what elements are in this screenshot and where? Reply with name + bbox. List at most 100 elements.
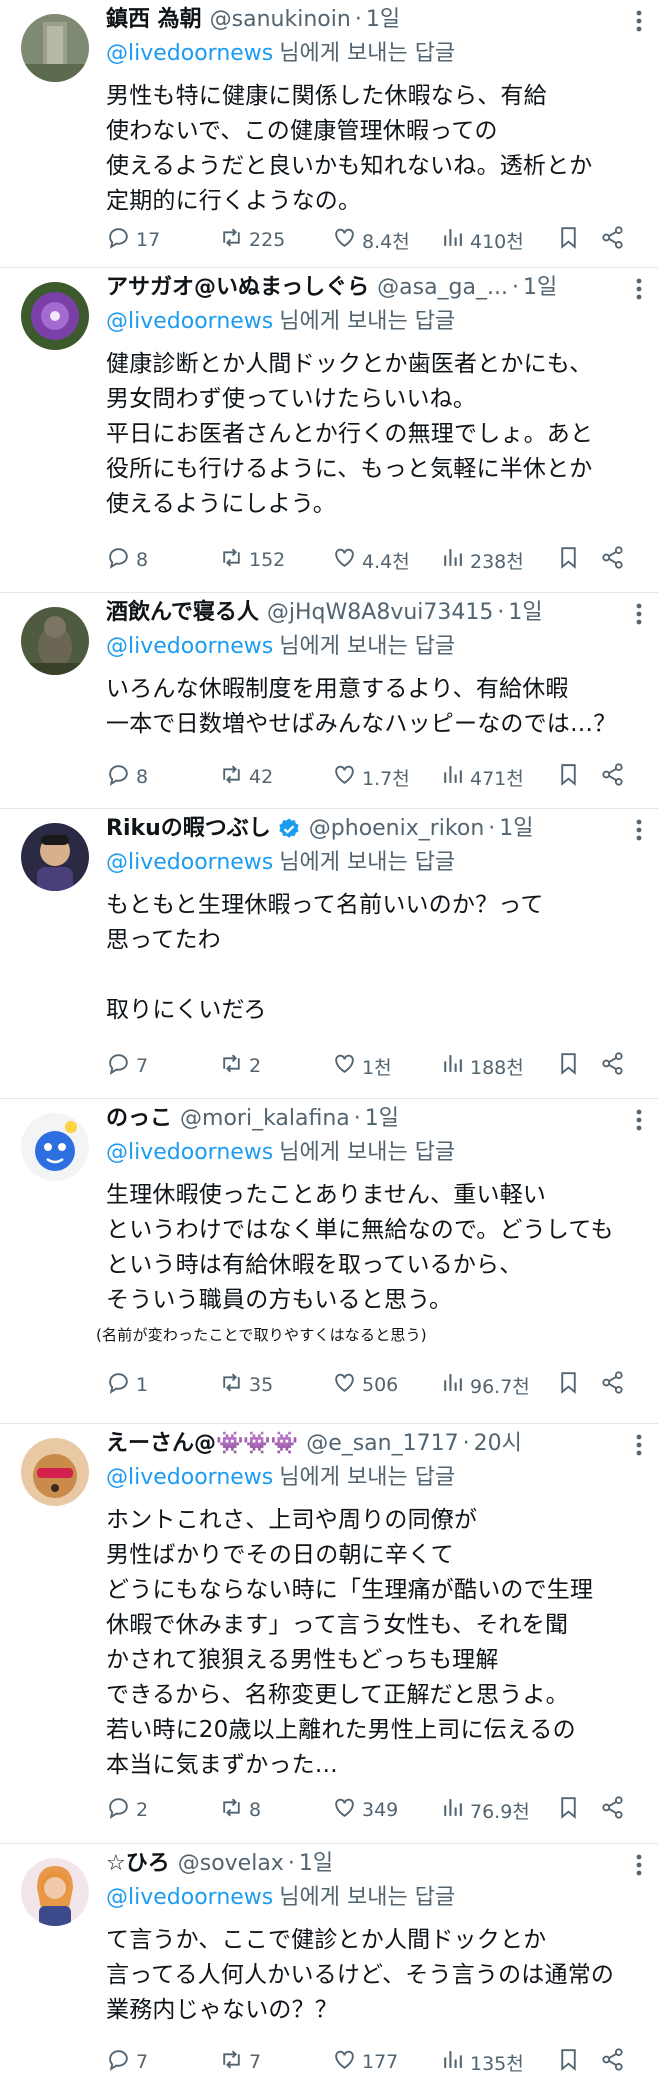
retweet-button[interactable]: 152 <box>219 545 332 575</box>
user-handle[interactable]: @sovelax <box>178 1849 284 1879</box>
mention-link[interactable]: @livedoornews <box>106 1885 273 1910</box>
share-button[interactable] <box>592 2047 632 2077</box>
reply-tweet[interactable]: アサガオ@いぬまっしぐら @asa_ga_... · 1일 @livedoorn… <box>0 268 658 593</box>
mention-link[interactable]: @livedoornews <box>106 1465 273 1490</box>
timestamp[interactable]: 1일 <box>523 273 557 303</box>
avatar[interactable] <box>21 1858 89 1926</box>
avatar[interactable] <box>21 1438 89 1506</box>
reply-to-label: 님에게 보내는 답글 <box>279 1885 456 1910</box>
bookmark-button[interactable] <box>544 2047 592 2077</box>
reply-button[interactable]: 17 <box>106 225 219 255</box>
avatar[interactable] <box>21 14 89 82</box>
user-handle[interactable]: @asa_ga_... <box>377 273 508 303</box>
avatar[interactable] <box>21 607 89 675</box>
display-name[interactable]: のっこ <box>106 1104 172 1134</box>
bar-chart-icon <box>440 1051 465 1081</box>
share-button[interactable] <box>592 1051 632 1081</box>
display-name[interactable]: 鎮西 為朝 <box>106 5 202 35</box>
share-button[interactable] <box>592 1795 632 1825</box>
bookmark-button[interactable] <box>544 225 592 255</box>
views-button[interactable]: 96.7천 <box>440 1370 544 1400</box>
user-handle[interactable]: @e_san_1717 <box>306 1429 458 1459</box>
mention-link[interactable]: @livedoornews <box>106 850 273 875</box>
bookmark-button[interactable] <box>544 1795 592 1825</box>
timestamp[interactable]: 1일 <box>299 1849 333 1879</box>
timestamp[interactable]: 1일 <box>366 5 400 35</box>
display-name[interactable]: Rikuの暇つぶし <box>106 814 271 844</box>
user-handle[interactable]: @phoenix_rikon <box>309 814 485 844</box>
more-options-icon[interactable] <box>624 815 654 845</box>
share-button[interactable] <box>592 545 632 575</box>
share-button[interactable] <box>592 1370 632 1400</box>
like-button[interactable]: 8.4천 <box>332 225 440 255</box>
bookmark-icon <box>556 1051 581 1081</box>
timestamp[interactable]: 20시 <box>474 1429 522 1459</box>
more-options-icon[interactable] <box>624 1850 654 1880</box>
reply-button[interactable]: 8 <box>106 762 219 792</box>
like-button[interactable]: 177 <box>332 2047 440 2077</box>
bookmark-button[interactable] <box>544 762 592 792</box>
more-options-icon[interactable] <box>624 1105 654 1135</box>
retweet-button[interactable]: 7 <box>219 2047 332 2077</box>
bookmark-button[interactable] <box>544 1051 592 1081</box>
views-button[interactable]: 76.9천 <box>440 1795 544 1825</box>
reply-button[interactable]: 2 <box>106 1795 219 1825</box>
mention-link[interactable]: @livedoornews <box>106 41 273 66</box>
mention-link[interactable]: @livedoornews <box>106 634 273 659</box>
reply-tweet[interactable]: 酒飲んで寝る人 @jHqW8A8vui73415 · 1일 @livedoorn… <box>0 593 658 809</box>
reply-tweet[interactable]: Rikuの暇つぶし @phoenix_rikon · 1일 @livedoorn… <box>0 809 658 1099</box>
retweet-button[interactable]: 2 <box>219 1051 332 1081</box>
bookmark-button[interactable] <box>544 1370 592 1400</box>
views-button[interactable]: 135천 <box>440 2047 544 2077</box>
reply-to-label: 님에게 보내는 답글 <box>279 1140 456 1165</box>
views-button[interactable]: 410천 <box>440 225 544 255</box>
reply-button[interactable]: 7 <box>106 2047 219 2077</box>
display-name[interactable]: えーさん@👾👾👾 <box>106 1429 298 1459</box>
action-bar: 8 152 4.4천 238천 <box>106 540 646 580</box>
avatar[interactable] <box>21 823 89 891</box>
reply-tweet[interactable]: ☆ひろ @sovelax · 1일 @livedoornews 님에게 보내는 답… <box>0 1844 658 2082</box>
retweet-button[interactable]: 35 <box>219 1370 332 1400</box>
bookmark-icon <box>556 762 581 792</box>
retweet-button[interactable]: 42 <box>219 762 332 792</box>
reply-button[interactable]: 1 <box>106 1370 219 1400</box>
mention-link[interactable]: @livedoornews <box>106 309 273 334</box>
timestamp[interactable]: 1일 <box>508 598 542 628</box>
like-button[interactable]: 1천 <box>332 1051 440 1081</box>
reply-button[interactable]: 7 <box>106 1051 219 1081</box>
display-name[interactable]: 酒飲んで寝る人 <box>106 598 259 628</box>
retweet-button[interactable]: 225 <box>219 225 332 255</box>
reply-tweet[interactable]: のっこ @mori_kalafina · 1일 @livedoornews 님에게… <box>0 1099 658 1424</box>
user-handle[interactable]: @sanukinoin <box>210 5 351 35</box>
bookmark-button[interactable] <box>544 545 592 575</box>
like-button[interactable]: 1.7천 <box>332 762 440 792</box>
like-button[interactable]: 349 <box>332 1795 440 1825</box>
views-button[interactable]: 188천 <box>440 1051 544 1081</box>
display-name[interactable]: アサガオ@いぬまっしぐら <box>106 273 369 303</box>
views-button[interactable]: 238천 <box>440 545 544 575</box>
tweet-header: のっこ @mori_kalafina · 1일 <box>106 1102 644 1136</box>
reply-tweet[interactable]: 鎮西 為朝 @sanukinoin · 1일 @livedoornews 님에게 … <box>0 0 658 268</box>
more-options-icon[interactable] <box>624 1430 654 1460</box>
timestamp[interactable]: 1일 <box>499 814 533 844</box>
bar-chart-icon <box>440 225 465 255</box>
reply-button[interactable]: 8 <box>106 545 219 575</box>
avatar[interactable] <box>21 1113 89 1181</box>
user-handle[interactable]: @mori_kalafina <box>180 1104 350 1134</box>
mention-link[interactable]: @livedoornews <box>106 1140 273 1165</box>
more-options-icon[interactable] <box>624 6 654 36</box>
user-handle[interactable]: @jHqW8A8vui73415 <box>267 598 493 628</box>
timestamp[interactable]: 1일 <box>365 1104 399 1134</box>
display-name[interactable]: ☆ひろ <box>106 1849 170 1879</box>
retweet-button[interactable]: 8 <box>219 1795 332 1825</box>
like-button[interactable]: 4.4천 <box>332 545 440 575</box>
reply-tweet[interactable]: えーさん@👾👾👾 @e_san_1717 · 20시 @livedoornews… <box>0 1424 658 1844</box>
more-options-icon[interactable] <box>624 599 654 629</box>
more-options-icon[interactable] <box>624 274 654 304</box>
share-button[interactable] <box>592 762 632 792</box>
reply-context: @livedoornews 님에게 보내는 답글 <box>106 846 644 880</box>
share-button[interactable] <box>592 225 632 255</box>
avatar[interactable] <box>21 282 89 350</box>
views-button[interactable]: 471천 <box>440 762 544 792</box>
like-button[interactable]: 506 <box>332 1370 440 1400</box>
